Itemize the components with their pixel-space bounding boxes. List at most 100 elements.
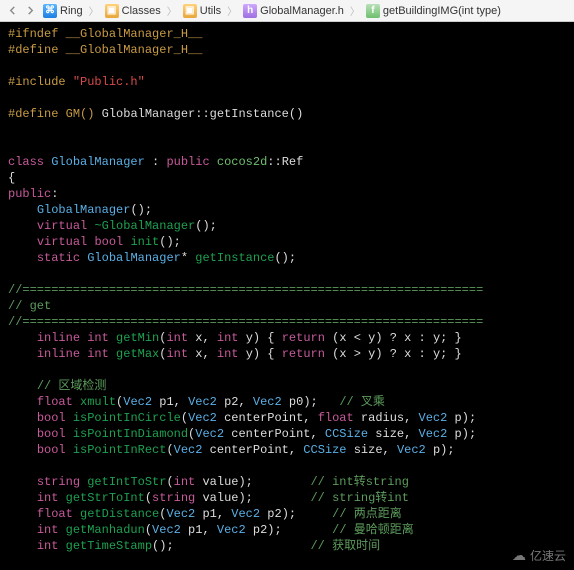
- comment: // 两点距离: [332, 507, 402, 521]
- keyword: static: [37, 251, 80, 265]
- paren: (: [145, 491, 152, 505]
- breadcrumb-item-folder[interactable]: ▣ Classes: [102, 3, 164, 19]
- type: bool: [37, 411, 66, 425]
- fn: getDistance: [80, 507, 159, 521]
- type: Vec2: [123, 395, 152, 409]
- keyword: virtual: [37, 235, 87, 249]
- type: bool: [94, 235, 123, 249]
- breadcrumb-bar: ⌘ Ring 〉 ▣ Classes 〉 ▣ Utils 〉 h GlobalM…: [0, 0, 574, 22]
- paren: (: [166, 475, 173, 489]
- type: int: [166, 331, 188, 345]
- comment: // 区域检测: [37, 379, 107, 393]
- code-text: ();: [195, 219, 217, 233]
- code-text: centerPoint,: [224, 427, 325, 441]
- type: Vec2: [397, 443, 426, 457]
- type: Vec2: [188, 411, 217, 425]
- code-text: p1,: [195, 507, 231, 521]
- type: int: [37, 491, 59, 505]
- fn: getManhadun: [66, 523, 145, 537]
- code-text: ();: [159, 235, 181, 249]
- fn: xmult: [80, 395, 116, 409]
- type: bool: [37, 443, 66, 457]
- preproc: #define: [8, 107, 58, 121]
- code-text: p2,: [217, 395, 253, 409]
- keyword: virtual: [37, 219, 87, 233]
- code-text: p2);: [246, 523, 282, 537]
- project-icon: ⌘: [43, 4, 57, 18]
- code-text: (x > y) ? x : y; }: [325, 347, 462, 361]
- breadcrumb-label: Utils: [200, 5, 221, 17]
- type: Vec2: [231, 507, 260, 521]
- code-text: x,: [188, 347, 217, 361]
- code-text: p1,: [152, 395, 188, 409]
- fn: getMin: [116, 331, 159, 345]
- type: Vec2: [419, 411, 448, 425]
- type: string: [37, 475, 80, 489]
- breadcrumb-item-project[interactable]: ⌘ Ring: [40, 3, 86, 19]
- macro: __GlobalManager_H__: [66, 27, 203, 41]
- preproc: #include: [8, 75, 66, 89]
- fn: getIntToStr: [87, 475, 166, 489]
- nav-forward-button[interactable]: [22, 3, 38, 19]
- function-icon: f: [366, 4, 380, 18]
- type: int: [37, 523, 59, 537]
- type: Vec2: [195, 427, 224, 441]
- code-text: GlobalManager::getInstance(): [102, 107, 304, 121]
- code-text: p0);: [282, 395, 340, 409]
- comment: // 获取时间: [310, 539, 380, 553]
- type: float: [37, 395, 73, 409]
- keyword: inline: [37, 331, 80, 345]
- cloud-icon: ☁: [512, 547, 526, 564]
- comment-sep: //======================================…: [8, 315, 483, 329]
- keyword: inline: [37, 347, 80, 361]
- code-text: y) {: [239, 347, 282, 361]
- header-file-icon: h: [243, 4, 257, 18]
- type: float: [37, 507, 73, 521]
- type: int: [174, 475, 196, 489]
- code-text: value);: [195, 475, 253, 489]
- breadcrumb-label: GlobalManager.h: [260, 5, 344, 17]
- comment: // 叉乘: [339, 395, 385, 409]
- comment-sep: //======================================…: [8, 283, 483, 297]
- comment: // 曼哈顿距离: [332, 523, 414, 537]
- code-text: ::Ref: [267, 155, 303, 169]
- code-text: size,: [347, 443, 397, 457]
- class-name: GlobalManager: [87, 251, 181, 265]
- fn: isPointInCircle: [73, 411, 181, 425]
- fn: getInstance: [195, 251, 274, 265]
- paren: (: [181, 411, 188, 425]
- type: Vec2: [152, 523, 181, 537]
- breadcrumb-item-function[interactable]: f getBuildingIMG(int type): [363, 3, 504, 19]
- code-text: centerPoint,: [202, 443, 303, 457]
- breadcrumb-item-header[interactable]: h GlobalManager.h: [240, 3, 347, 19]
- comment: // get: [8, 299, 51, 313]
- code-text: ();: [152, 539, 174, 553]
- breadcrumb-label: Ring: [60, 5, 83, 17]
- code-editor[interactable]: #ifndef __GlobalManager_H__ #define __Gl…: [0, 22, 574, 570]
- namespace: cocos2d: [217, 155, 267, 169]
- keyword: public: [8, 187, 51, 201]
- type: CCSize: [325, 427, 368, 441]
- destructor: ~GlobalManager: [94, 219, 195, 233]
- string-literal: "Public.h": [73, 75, 145, 89]
- type: string: [152, 491, 195, 505]
- nav-back-button[interactable]: [4, 3, 20, 19]
- code-text: (x < y) ? x : y; }: [325, 331, 462, 345]
- paren: (: [166, 443, 173, 457]
- preproc: #ifndef: [8, 27, 58, 41]
- class-name: GlobalManager: [51, 155, 145, 169]
- fn: init: [130, 235, 159, 249]
- keyword: return: [282, 347, 325, 361]
- breadcrumb-item-folder[interactable]: ▣ Utils: [180, 3, 224, 19]
- fn: getMax: [116, 347, 159, 361]
- code-text: y) {: [239, 331, 282, 345]
- code-text: p);: [447, 427, 476, 441]
- code-text: :: [145, 155, 167, 169]
- brace: {: [8, 171, 15, 185]
- type: int: [217, 331, 239, 345]
- keyword: public: [166, 155, 209, 169]
- type: bool: [37, 427, 66, 441]
- type: int: [87, 347, 109, 361]
- constructor: GlobalManager: [37, 203, 131, 217]
- star: *: [181, 251, 188, 265]
